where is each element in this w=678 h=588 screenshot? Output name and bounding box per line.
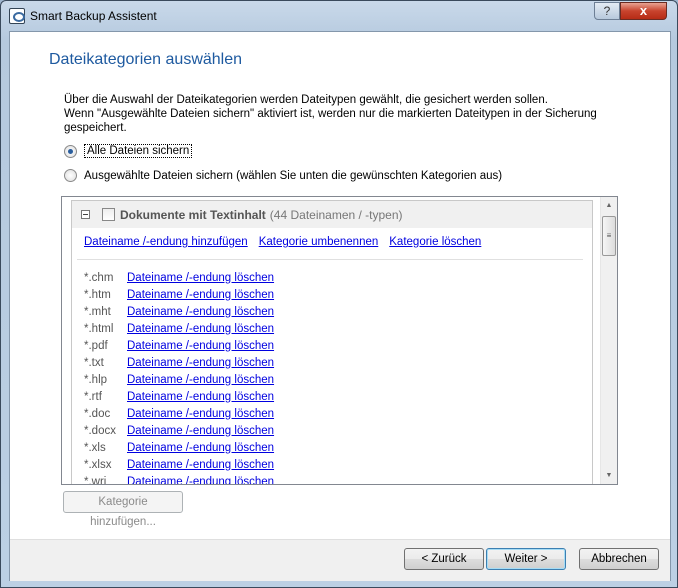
radio-button-checked[interactable] [64,144,77,158]
page-title: Dateikategorien auswählen [49,51,243,68]
vertical-scrollbar[interactable]: ▲ ≡ ▼ [600,197,617,484]
file-extension: *.xls [84,441,106,454]
file-type-row: *.rtf Dateiname /-endung löschen [84,388,592,405]
file-extension: *.htm [84,288,111,301]
file-type-row: *.chm Dateiname /-endung löschen [84,269,592,286]
delete-filename-link[interactable]: Dateiname /-endung löschen [127,374,274,386]
delete-filename-link[interactable]: Dateiname /-endung löschen [127,425,274,437]
file-extension: *.mht [84,305,111,318]
radio-label: Alle Dateien sichern [84,144,193,158]
description: Über die Auswahl der Dateikategorien wer… [64,93,604,135]
back-button[interactable]: < Zurück [404,548,484,570]
description-line: Wenn "Ausgewählte Dateien sichern" aktiv… [64,108,597,134]
file-extension: *.docx [84,424,116,437]
delete-filename-link[interactable]: Dateiname /-endung löschen [127,442,274,454]
scroll-down-icon[interactable]: ▼ [601,467,617,484]
delete-filename-link[interactable]: Dateiname /-endung löschen [127,391,274,403]
file-extension: *.wri [84,475,107,485]
delete-filename-link[interactable]: Dateiname /-endung löschen [127,306,274,318]
footer-bar: < Zurück Weiter > Abbrechen [10,539,670,581]
file-type-row: *.txt Dateiname /-endung löschen [84,354,592,371]
file-type-row: *.pdf Dateiname /-endung löschen [84,337,592,354]
collapse-icon[interactable] [81,210,90,219]
category-list: Dokumente mit Textinhalt (44 Dateinamen … [61,196,618,485]
file-extension: *.pdf [84,339,108,352]
category-actions: Dateiname /-endung hinzufügen Kategorie … [72,228,592,259]
cancel-button[interactable]: Abbrechen [579,548,659,570]
file-type-row: *.docx Dateiname /-endung löschen [84,422,592,439]
file-extension: *.chm [84,271,114,284]
category-name: Dokumente mit Textinhalt [120,207,266,222]
delete-filename-link[interactable]: Dateiname /-endung löschen [127,357,274,369]
file-type-row: *.mht Dateiname /-endung löschen [84,303,592,320]
file-extension: *.txt [84,356,104,369]
radio-all-files[interactable]: Alle Dateien sichern [64,144,193,158]
delete-filename-link[interactable]: Dateiname /-endung löschen [127,272,274,284]
delete-filename-link[interactable]: Dateiname /-endung löschen [127,289,274,301]
add-category-button[interactable]: Kategorie hinzufügen... [63,491,183,528]
radio-button[interactable] [64,169,77,182]
radio-label: Ausgewählte Dateien sichern (wählen Sie … [84,169,503,182]
description-line: Über die Auswahl der Dateikategorien wer… [64,94,548,106]
dialog-window: Smart Backup Assistent ? x Dateikategori… [0,0,678,588]
category-panel: Dokumente mit Textinhalt (44 Dateinamen … [71,200,593,485]
delete-category-link[interactable]: Kategorie löschen [389,236,481,259]
add-filename-link[interactable]: Dateiname /-endung hinzufügen [84,236,248,259]
file-type-row: *.hlp Dateiname /-endung löschen [84,371,592,388]
delete-filename-link[interactable]: Dateiname /-endung löschen [127,459,274,471]
scroll-up-icon[interactable]: ▲ [601,197,617,214]
category-count: (44 Dateinamen / -typen) [269,207,403,222]
file-type-row: *.html Dateiname /-endung löschen [84,320,592,337]
file-extension: *.doc [84,407,111,420]
file-type-row: *.xls Dateiname /-endung löschen [84,439,592,456]
close-button[interactable]: x [620,2,667,20]
help-button[interactable]: ? [594,2,620,20]
radio-selected-files[interactable]: Ausgewählte Dateien sichern (wählen Sie … [64,169,502,182]
file-extension: *.xlsx [84,458,112,471]
category-checkbox[interactable] [102,208,115,221]
file-extension: *.html [84,322,114,335]
delete-filename-link[interactable]: Dateiname /-endung löschen [127,340,274,352]
file-type-row: *.doc Dateiname /-endung löschen [84,405,592,422]
delete-filename-link[interactable]: Dateiname /-endung löschen [127,323,274,335]
app-icon [9,8,25,24]
wizard-page: Dateikategorien auswählen Über die Auswa… [9,31,671,581]
rename-category-link[interactable]: Kategorie umbenennen [259,236,379,259]
delete-filename-link[interactable]: Dateiname /-endung löschen [127,476,274,485]
file-type-row: *.htm Dateiname /-endung löschen [84,286,592,303]
category-header: Dokumente mit Textinhalt (44 Dateinamen … [72,201,592,228]
file-type-row: *.xlsx Dateiname /-endung löschen [84,456,592,473]
scroll-thumb[interactable]: ≡ [602,216,616,256]
window-title: Smart Backup Assistent [30,9,157,23]
file-type-row: *.wri Dateiname /-endung löschen [84,473,592,485]
file-extension: *.rtf [84,390,102,403]
file-extension: *.hlp [84,373,108,386]
file-type-list: *.chm Dateiname /-endung löschen *.htm Date… [72,260,592,485]
delete-filename-link[interactable]: Dateiname /-endung löschen [127,408,274,420]
next-button[interactable]: Weiter > [486,548,566,570]
title-bar[interactable]: Smart Backup Assistent ? x [1,1,677,31]
